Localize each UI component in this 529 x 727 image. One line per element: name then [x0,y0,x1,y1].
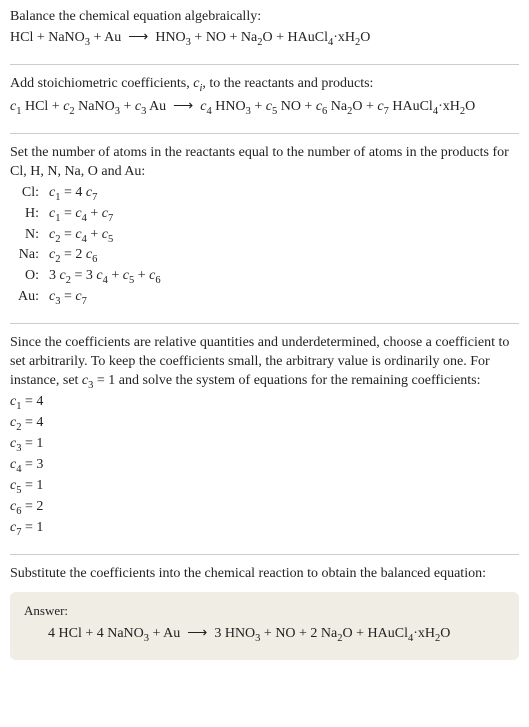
atom-row: Cl:c1 = 4 c7 [14,184,165,205]
section-balance-intro: Balance the chemical equation algebraica… [10,8,519,65]
coefficient-value: c4 = 3 [10,456,519,477]
solve-intro-text: Since the coefficients are relative quan… [10,334,519,393]
coefficient-value: c6 = 2 [10,498,519,519]
atom-balance-table: Cl:c1 = 4 c7H:c1 = c4 + c7N:c2 = c4 + c5… [14,184,165,310]
atom-element-label: H: [14,205,45,226]
coefficient-value: c7 = 1 [10,519,519,540]
coefficient-list: c1 = 4c2 = 4c3 = 1c4 = 3c5 = 1c6 = 2c7 =… [10,393,519,540]
coefficient-value: c3 = 1 [10,435,519,456]
atom-element-label: Cl: [14,184,45,205]
balance-intro-text: Balance the chemical equation algebraica… [10,8,519,27]
substitute-intro-text: Substitute the coefficients into the che… [10,565,519,584]
atom-element-label: O: [14,267,45,288]
atom-equation: c1 = 4 c7 [45,184,165,205]
atom-equation: c3 = c7 [45,288,165,309]
atom-row: O:3 c2 = 3 c4 + c5 + c6 [14,267,165,288]
atom-equation: 3 c2 = 3 c4 + c5 + c6 [45,267,165,288]
atom-equation: c2 = 2 c6 [45,246,165,267]
atom-balance-intro: Set the number of atoms in the reactants… [10,144,519,182]
stoich-equation: c1 HCl + c2 NaNO3 + c3 Au ⟶ c4 HNO3 + c5… [10,98,519,119]
atom-equation: c1 = c4 + c7 [45,205,165,226]
section-atom-balance: Set the number of atoms in the reactants… [10,144,519,325]
section-solve: Since the coefficients are relative quan… [10,334,519,555]
coefficient-value: c2 = 4 [10,414,519,435]
section-stoich: Add stoichiometric coefficients, ci, to … [10,75,519,134]
answer-label: Answer: [24,602,505,620]
atom-row: Na:c2 = 2 c6 [14,246,165,267]
atom-equation: c2 = c4 + c5 [45,226,165,247]
section-substitute: Substitute the coefficients into the che… [10,565,519,674]
stoich-intro-text: Add stoichiometric coefficients, ci, to … [10,75,519,96]
atom-row: H:c1 = c4 + c7 [14,205,165,226]
unbalanced-equation: HCl + NaNO3 + Au ⟶ HNO3 + NO + Na2O + HA… [10,29,519,50]
coefficient-value: c5 = 1 [10,477,519,498]
atom-element-label: N: [14,226,45,247]
balanced-equation: 4 HCl + 4 NaNO3 + Au ⟶ 3 HNO3 + NO + 2 N… [24,625,505,646]
answer-box: Answer: 4 HCl + 4 NaNO3 + Au ⟶ 3 HNO3 + … [10,592,519,661]
atom-row: N:c2 = c4 + c5 [14,226,165,247]
coefficient-value: c1 = 4 [10,393,519,414]
atom-row: Au:c3 = c7 [14,288,165,309]
atom-element-label: Au: [14,288,45,309]
atom-element-label: Na: [14,246,45,267]
